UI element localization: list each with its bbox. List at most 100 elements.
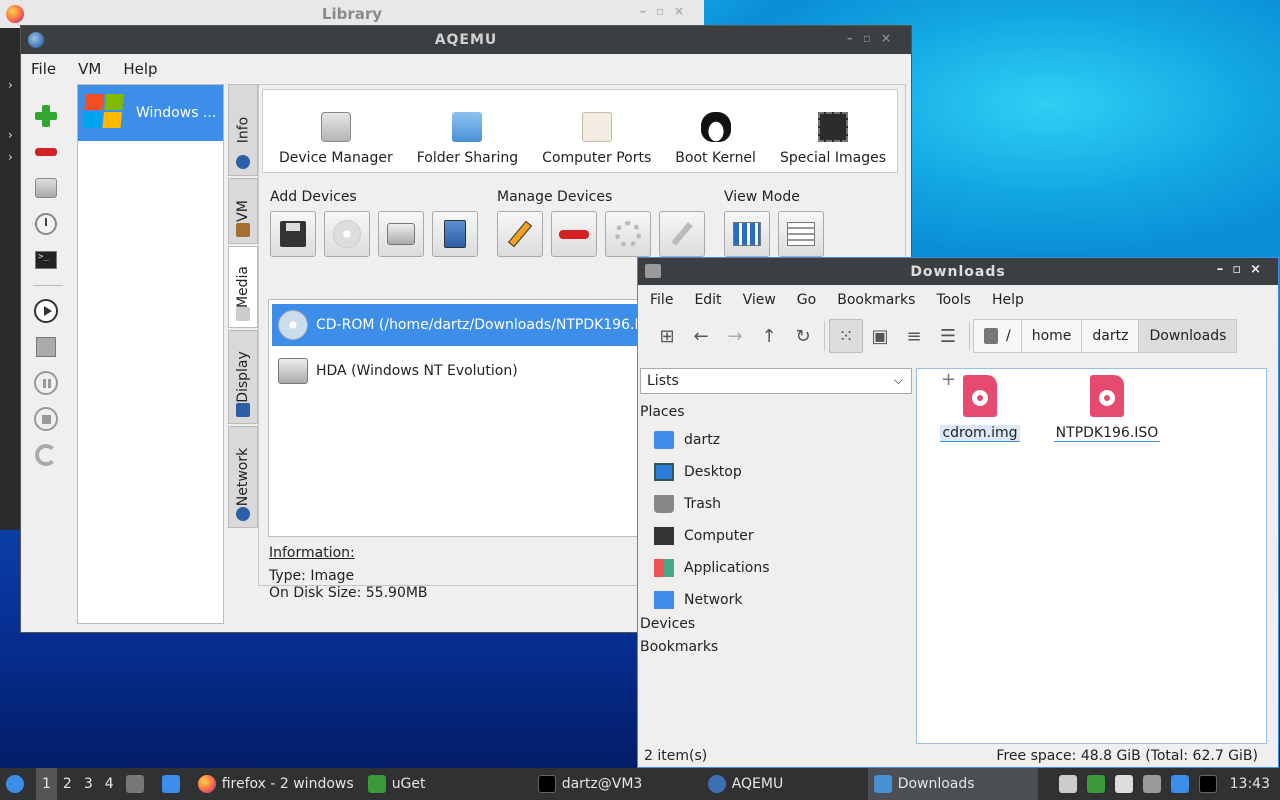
chevron-right-icon[interactable]: › <box>8 78 13 92</box>
information-header: Information: <box>269 545 355 561</box>
tab-media[interactable]: Media <box>228 246 258 328</box>
add-cdrom-button[interactable] <box>324 211 370 257</box>
task-terminal[interactable]: dartz@VM3 <box>532 768 702 800</box>
vm-history-button[interactable] <box>31 209 61 239</box>
reload-icon <box>35 444 57 466</box>
tab-network[interactable]: Network <box>228 426 258 528</box>
file-label: NTPDK196.ISO <box>1053 425 1161 442</box>
forward-button[interactable]: → <box>718 319 752 353</box>
up-button[interactable]: ↑ <box>752 319 786 353</box>
icon-view-button[interactable]: ⁙ <box>829 319 863 353</box>
sidebar-item-desktop[interactable]: Desktop <box>640 456 912 488</box>
clipboard-icon[interactable] <box>1114 775 1133 793</box>
breadcrumb-home[interactable]: home <box>1020 319 1083 353</box>
file-item-cdrom[interactable]: cdrom.img <box>925 375 1035 442</box>
list-item[interactable]: Windows ... <box>78 85 223 141</box>
file-item-ntpdk196[interactable]: NTPDK196.ISO <box>1052 375 1162 442</box>
menu-go[interactable]: Go <box>797 292 816 308</box>
volume-icon[interactable] <box>1058 775 1077 793</box>
workspace-3[interactable]: 3 <box>78 768 99 800</box>
menu-file[interactable]: File <box>31 60 56 78</box>
rename-device-button[interactable] <box>659 211 705 257</box>
menu-help[interactable]: Help <box>992 292 1024 308</box>
device-manager-button[interactable]: Device Manager <box>279 112 393 166</box>
uget-tray-icon[interactable] <box>1086 775 1105 793</box>
window-controls-icon[interactable]: –▫× <box>640 4 694 18</box>
add-flash-button[interactable] <box>432 211 478 257</box>
start-vm-button[interactable] <box>31 296 61 326</box>
sidebar-item-network[interactable]: Network <box>640 584 912 616</box>
icon-view-button[interactable] <box>724 211 770 257</box>
chevron-right-icon[interactable]: › <box>8 128 13 142</box>
menu-tools[interactable]: Tools <box>936 292 971 308</box>
pause-vm-button[interactable] <box>31 368 61 398</box>
task-aqemu[interactable]: AQEMU <box>702 768 868 800</box>
device-properties-button[interactable] <box>605 211 651 257</box>
workspace-1[interactable]: 1 <box>36 768 57 800</box>
launcher-desktop[interactable] <box>156 768 192 800</box>
aqemu-titlebar[interactable]: AQEMU –▫× <box>21 26 911 54</box>
menu-view[interactable]: View <box>743 292 776 308</box>
special-images-button[interactable]: Special Images <box>780 112 886 166</box>
computer-ports-button[interactable]: Computer Ports <box>542 112 651 166</box>
clock[interactable]: 13:43 <box>1230 776 1270 792</box>
task-firefox[interactable]: firefox - 2 windows <box>192 768 362 800</box>
library-titlebar[interactable]: Library –▫× <box>0 0 704 28</box>
add-floppy-button[interactable] <box>270 211 316 257</box>
remove-vm-button[interactable] <box>31 137 61 167</box>
file-view[interactable]: + cdrom.img NTPDK196.ISO <box>916 368 1267 744</box>
sidebar-item-dartz[interactable]: dartz <box>640 424 912 456</box>
edit-device-button[interactable] <box>497 211 543 257</box>
terminal-icon[interactable] <box>1198 775 1217 793</box>
tab-info[interactable]: Info <box>228 84 258 176</box>
tools-icon <box>236 223 250 237</box>
menu-vm[interactable]: VM <box>78 60 101 78</box>
workspace-4[interactable]: 4 <box>99 768 120 800</box>
reset-vm-button[interactable] <box>31 440 61 470</box>
bookmarks-header[interactable]: Bookmarks <box>640 639 912 662</box>
menu-file[interactable]: File <box>650 292 673 308</box>
menu-help[interactable]: Help <box>123 60 157 78</box>
detail-view-button[interactable]: ☰ <box>931 319 965 353</box>
sidebar-item-trash[interactable]: Trash <box>640 488 912 520</box>
sidebar-item-applications[interactable]: Applications <box>640 552 912 584</box>
add-vm-button[interactable] <box>31 101 61 131</box>
menu-edit[interactable]: Edit <box>694 292 721 308</box>
boot-kernel-button[interactable]: Boot Kernel <box>675 112 756 166</box>
sidebar-item-computer[interactable]: Computer <box>640 520 912 552</box>
breadcrumb-downloads[interactable]: Downloads <box>1138 319 1238 353</box>
aqemu-menubar: File VM Help <box>21 54 911 84</box>
add-harddisk-button[interactable] <box>378 211 424 257</box>
list-view-button[interactable] <box>778 211 824 257</box>
stop-vm-button[interactable] <box>31 404 61 434</box>
new-tab-button[interactable]: ⊞ <box>650 319 684 353</box>
tab-vm[interactable]: VM <box>228 178 258 244</box>
network-icon[interactable] <box>1142 775 1161 793</box>
show-desktop-icon <box>161 775 180 793</box>
side-pane-mode-select[interactable]: Lists ⌵ <box>640 368 912 394</box>
launcher-files[interactable] <box>120 768 156 800</box>
update-icon[interactable] <box>1170 775 1189 793</box>
chevron-right-icon[interactable]: › <box>8 150 13 164</box>
window-controls-icon[interactable]: –▫× <box>1217 262 1270 277</box>
thumbnail-view-button[interactable]: ▣ <box>863 319 897 353</box>
save-vm-button[interactable] <box>31 332 61 362</box>
task-uget[interactable]: uGet <box>362 768 532 800</box>
tab-display[interactable]: Display <box>228 330 258 424</box>
devices-header[interactable]: Devices <box>640 616 912 639</box>
compact-view-button[interactable]: ≡ <box>897 319 931 353</box>
menu-bookmarks[interactable]: Bookmarks <box>837 292 915 308</box>
breadcrumb-root[interactable]: / <box>973 319 1022 353</box>
back-button[interactable]: ← <box>684 319 718 353</box>
downloads-titlebar[interactable]: Downloads –▫× <box>638 258 1278 285</box>
window-controls-icon[interactable]: –▫× <box>847 31 901 45</box>
breadcrumb-dartz[interactable]: dartz <box>1081 319 1140 353</box>
start-menu-button[interactable] <box>0 768 36 800</box>
vm-console-button[interactable]: >_ <box>31 245 61 275</box>
remove-device-button[interactable] <box>551 211 597 257</box>
task-downloads[interactable]: Downloads <box>867 768 1038 800</box>
workspace-2[interactable]: 2 <box>57 768 78 800</box>
reload-button[interactable]: ↻ <box>786 319 820 353</box>
folder-sharing-button[interactable]: Folder Sharing <box>417 112 518 166</box>
vm-settings-button[interactable] <box>31 173 61 203</box>
